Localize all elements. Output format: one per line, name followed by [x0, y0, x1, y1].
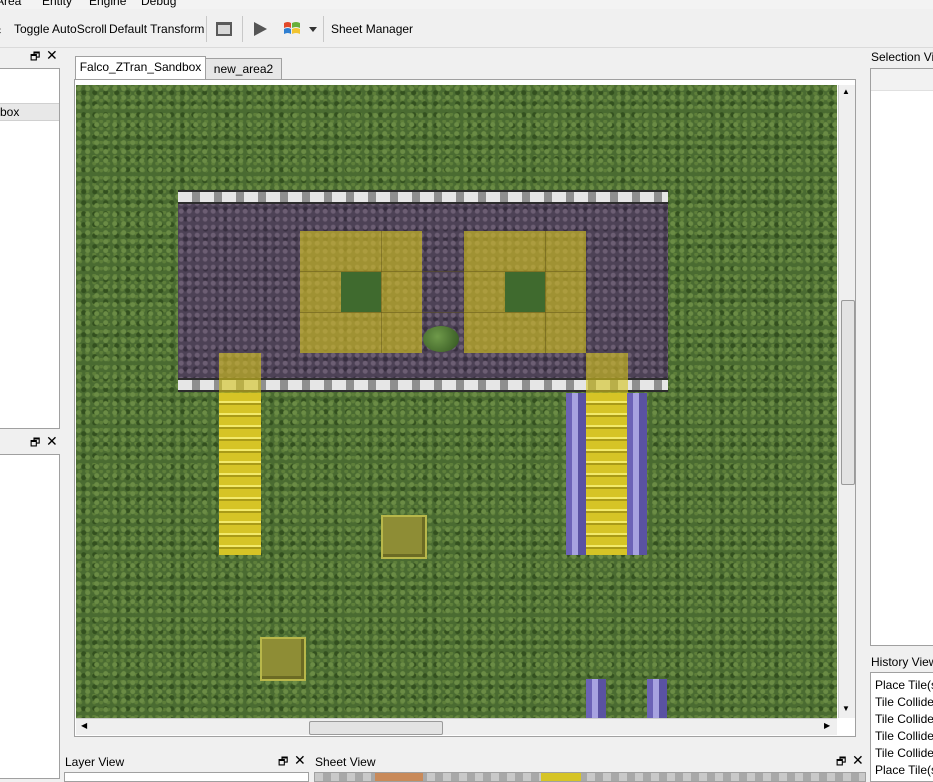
scroll-up-icon[interactable]: ▲	[842, 87, 850, 96]
scroll-right-icon[interactable]: ▶	[824, 721, 830, 730]
grid-line	[381, 231, 382, 353]
list-item-label: box	[0, 105, 20, 119]
crate-tile	[381, 515, 427, 559]
history-view-title: History View	[871, 655, 933, 669]
pillar	[566, 393, 586, 555]
scroll-down-icon[interactable]: ▼	[842, 704, 850, 713]
selection-view-panel	[870, 68, 933, 646]
tab-new-area2[interactable]: new_area2	[205, 58, 282, 80]
toggle-autoscroll-button[interactable]: Toggle AutoScroll	[14, 22, 107, 36]
left-dock-2	[0, 454, 60, 779]
history-item[interactable]: Tile Collide	[875, 729, 933, 743]
left-dock-1-titlebar: 🗗 ✕	[0, 48, 60, 68]
pillar	[647, 679, 667, 718]
float-icon[interactable]: 🗗	[30, 51, 40, 63]
history-item[interactable]: Place Tile(s	[875, 763, 933, 777]
map-canvas[interactable]	[76, 85, 837, 718]
crate-tile	[260, 637, 306, 681]
vertical-scroll-thumb[interactable]	[841, 300, 855, 485]
layer-view-panel	[64, 772, 309, 782]
grid-line	[300, 312, 586, 313]
history-item[interactable]: Tile Collide	[875, 746, 933, 760]
history-view-titlebar: History View	[870, 653, 933, 671]
wall-top	[178, 190, 668, 204]
sheet-view-panel[interactable]	[314, 772, 866, 782]
float-icon[interactable]: 🗗	[278, 756, 288, 768]
tab-falco-ztran-sandbox[interactable]: Falco_ZTran_Sandbox	[75, 56, 206, 80]
grid-line	[300, 271, 586, 272]
float-icon[interactable]: 🗗	[836, 756, 846, 768]
pillar	[586, 679, 606, 718]
history-item[interactable]: Place Tile(s	[875, 678, 933, 692]
close-icon[interactable]: ✕	[46, 434, 58, 448]
toolbar-separator	[242, 16, 243, 42]
left-dock-1: box	[0, 68, 60, 429]
layer-view-title: Layer View	[65, 755, 125, 769]
menubar: Area Entity Engine Debug	[0, 0, 933, 9]
window-icon[interactable]	[214, 19, 234, 39]
ladder-left	[219, 393, 261, 555]
list-item[interactable]: box	[0, 103, 59, 121]
menu-area[interactable]: Area	[0, 0, 21, 8]
menu-entity[interactable]: Entity	[42, 0, 72, 8]
scroll-left-icon[interactable]: ◀	[81, 721, 87, 730]
grid-line	[545, 231, 546, 353]
left-dock-2-titlebar: 🗗 ✕	[0, 434, 60, 454]
horizontal-scrollbar[interactable]: ◀ ▶	[76, 718, 837, 735]
bush-sprite	[423, 326, 459, 352]
float-icon[interactable]: 🗗	[30, 437, 40, 449]
sheet-tile-preview	[541, 773, 581, 781]
close-icon[interactable]: ✕	[294, 753, 306, 767]
selection-header	[871, 69, 933, 91]
history-item[interactable]: Tile Collide	[875, 712, 933, 726]
vertical-scrollbar[interactable]: ▲ ▼	[838, 85, 855, 718]
highlight-hole-left	[341, 272, 381, 312]
autoscroll-icon: c	[0, 23, 3, 43]
layer-view-titlebar: Layer View 🗗 ✕	[64, 752, 309, 771]
chevron-down-icon[interactable]	[308, 19, 318, 39]
selection-view-title: Selection View	[871, 50, 933, 64]
sheet-view-title: Sheet View	[315, 755, 376, 769]
default-transform-button[interactable]: Default Transform	[109, 22, 204, 36]
highlight-ladder-top-left	[219, 353, 261, 393]
play-icon[interactable]	[250, 19, 270, 39]
toolbar-separator	[323, 16, 324, 42]
horizontal-scroll-thumb[interactable]	[309, 721, 443, 735]
sheet-manager-button[interactable]: Sheet Manager	[331, 22, 413, 36]
ladder-right	[586, 393, 628, 555]
close-icon[interactable]: ✕	[46, 48, 58, 62]
sheet-view-titlebar: Sheet View 🗗 ✕	[314, 752, 866, 771]
highlight-hole-right	[505, 272, 545, 312]
toolbar-separator	[206, 16, 207, 42]
toolbar: c Toggle AutoScroll Default Transform Sh…	[0, 10, 933, 48]
menu-debug[interactable]: Debug	[141, 0, 176, 8]
history-item[interactable]: Tile Collide	[875, 695, 933, 709]
selection-view-titlebar: Selection View	[870, 48, 933, 66]
highlight-ladder-top-right	[586, 353, 628, 393]
close-icon[interactable]: ✕	[852, 753, 864, 767]
menu-engine[interactable]: Engine	[89, 0, 126, 8]
sheet-tile-preview	[375, 773, 423, 781]
pillar	[627, 393, 647, 555]
windows-flag-icon[interactable]	[281, 19, 303, 39]
